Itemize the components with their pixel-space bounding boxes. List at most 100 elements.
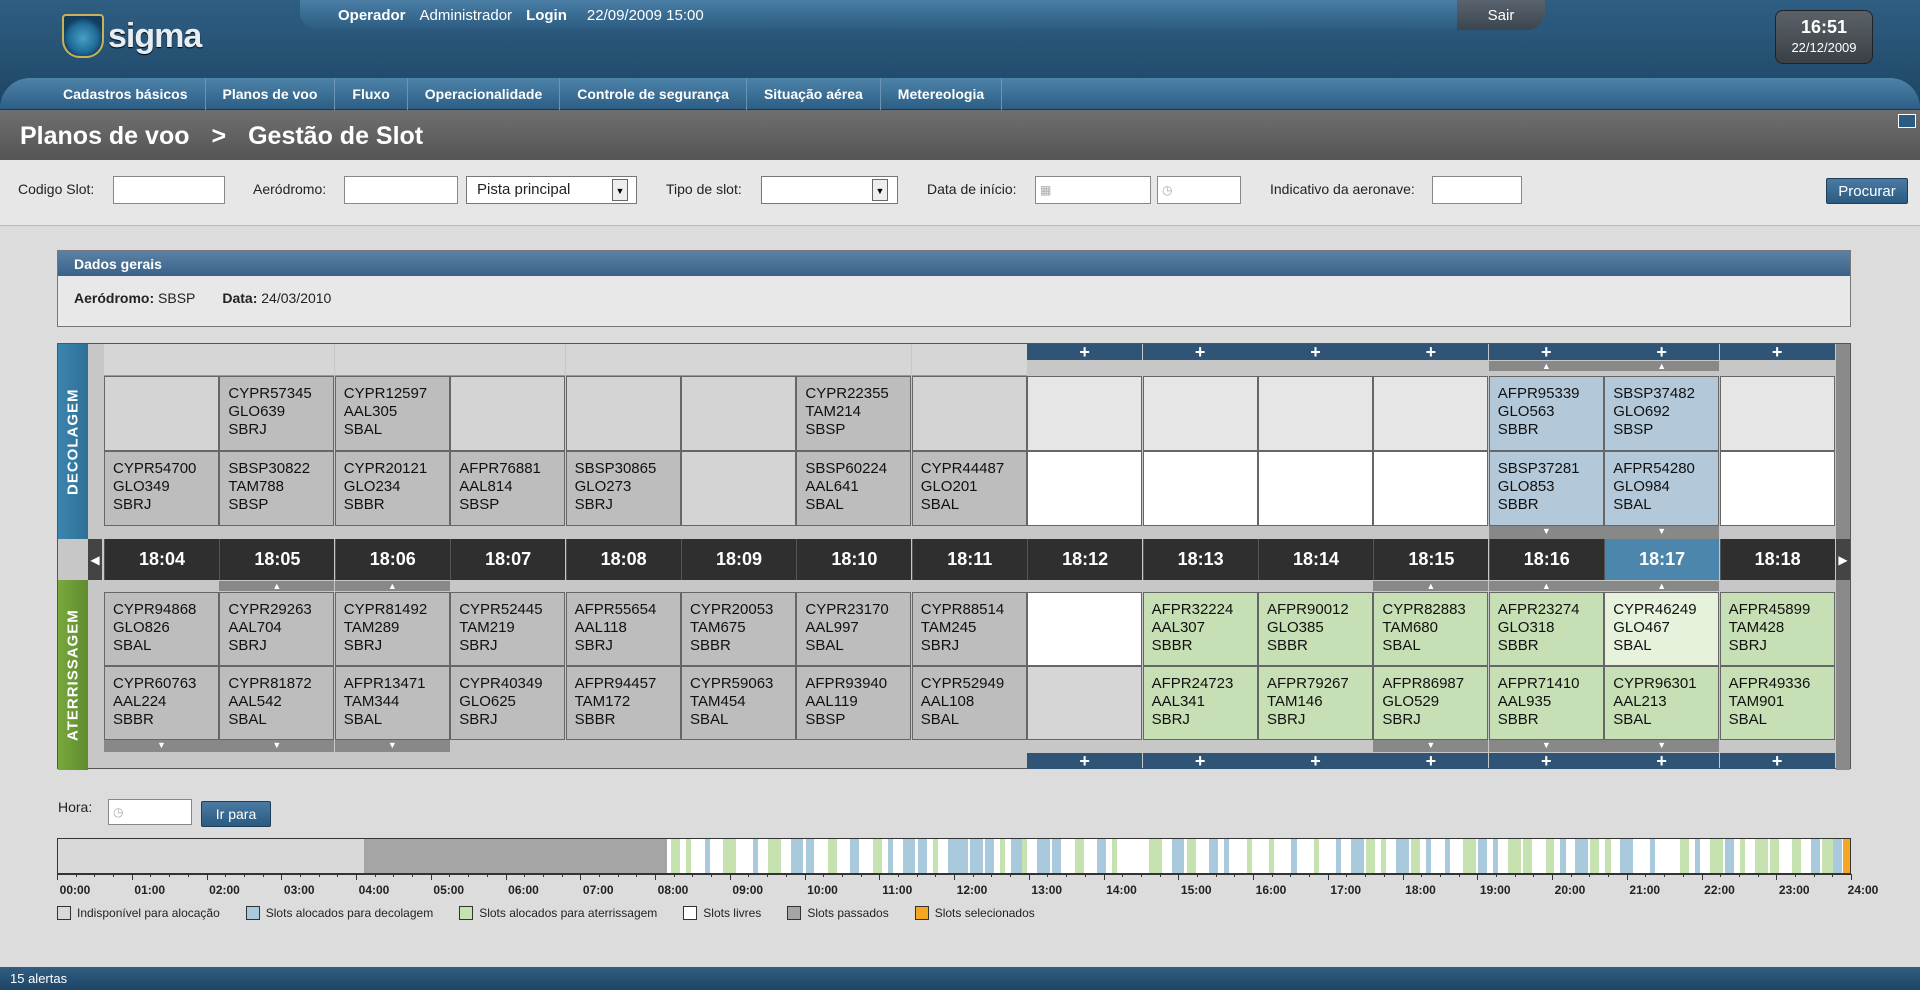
add-departure-slot-button[interactable]: + — [1488, 343, 1604, 361]
arrival-slot-top[interactable]: CYPR46249 GLO467 SBAL — [1604, 592, 1720, 666]
departure-slot-marker[interactable] — [1833, 839, 1843, 873]
chevron-left-icon[interactable]: ◀ — [88, 539, 102, 580]
arrival-slot-bottom[interactable]: AFPR93940 AAL119 SBSP — [796, 666, 912, 740]
arrival-slot-marker[interactable] — [723, 839, 736, 873]
departure-slot-marker[interactable] — [704, 839, 710, 873]
time-header[interactable]: 18:12 — [1027, 539, 1143, 580]
departure-slot-top[interactable]: AFPR95339 GLO563 SBBR — [1488, 376, 1604, 451]
arrival-slot-marker[interactable] — [1508, 839, 1521, 873]
clock-icon[interactable]: ◷ — [1162, 180, 1178, 200]
departure-slot-bottom[interactable]: SBSP37281 GLO853 SBBR — [1488, 451, 1604, 526]
departure-slot-marker[interactable] — [1425, 839, 1432, 873]
time-header[interactable]: 18:17 — [1604, 539, 1720, 580]
departure-slot-marker[interactable] — [1478, 839, 1488, 873]
add-arrival-slot-button[interactable]: + — [1373, 752, 1489, 770]
nav-planos-de-voo[interactable]: Planos de voo — [206, 78, 336, 110]
chevron-down-icon[interactable]: ▼ — [219, 740, 335, 752]
departure-slot-marker[interactable] — [753, 839, 759, 873]
arrival-slot-bottom[interactable]: AFPR86987 GLO529 SBRJ — [1373, 666, 1489, 740]
arrival-slot-bottom[interactable]: AFPR24723 AAL341 SBRJ — [1142, 666, 1258, 740]
arrival-slot-bottom[interactable]: CYPR40349 GLO625 SBRJ — [450, 666, 566, 740]
selected-slot-marker[interactable] — [1843, 839, 1850, 873]
departure-slot-marker[interactable] — [902, 839, 916, 873]
departure-slot-marker[interactable] — [1171, 839, 1185, 873]
departure-slot-marker[interactable] — [969, 839, 983, 873]
departure-slot-bottom[interactable]: SBSP60224 AAL641 SBAL — [796, 451, 912, 526]
chevron-down-icon[interactable]: ▼ — [334, 740, 450, 752]
arrival-slot-marker[interactable] — [768, 839, 781, 873]
arrival-slot-marker[interactable] — [1366, 839, 1376, 873]
chevron-down-icon[interactable]: ▼ — [612, 179, 628, 201]
arrival-slot-marker[interactable] — [1463, 839, 1476, 873]
arrival-slot-marker[interactable] — [1605, 839, 1611, 873]
departure-slot-marker[interactable] — [1695, 839, 1701, 873]
arrival-slot-bottom[interactable]: AFPR13471 TAM344 SBAL — [334, 666, 450, 740]
arrival-slot-marker[interactable] — [1410, 839, 1420, 873]
logout-button[interactable]: Sair — [1457, 0, 1545, 30]
departure-slot-marker[interactable] — [958, 839, 968, 873]
departure-slot-bottom[interactable]: SBSP30865 GLO273 SBRJ — [565, 451, 681, 526]
departure-slot-marker[interactable] — [1351, 839, 1364, 873]
nav-operacionalidade[interactable]: Operacionalidade — [408, 78, 561, 110]
arrival-slot-marker[interactable] — [1268, 839, 1275, 873]
departure-slot-bottom[interactable]: CYPR44487 GLO201 SBAL — [911, 451, 1027, 526]
arrival-slot-bottom[interactable]: AFPR94457 TAM172 SBBR — [565, 666, 681, 740]
arrival-slot-marker[interactable] — [670, 839, 680, 873]
hora-input[interactable]: ◷ — [108, 799, 192, 825]
arrival-slot-bottom[interactable]: AFPR79267 TAM146 SBRJ — [1258, 666, 1373, 740]
time-header[interactable]: 18:09 — [681, 539, 796, 580]
chevron-up-icon[interactable]: ▲ — [1488, 361, 1604, 371]
departure-slot-top[interactable]: SBSP37482 GLO692 SBSP — [1604, 376, 1720, 451]
timeline-bar[interactable] — [57, 838, 1851, 874]
arrival-slot-bottom[interactable]: CYPR59063 TAM454 SBAL — [681, 666, 796, 740]
departure-slot-top[interactable]: CYPR57345 GLO639 SBRJ — [219, 376, 335, 451]
departure-slot-bottom[interactable]: CYPR54700 GLO349 SBRJ — [104, 451, 219, 526]
departure-slot-marker[interactable] — [1396, 839, 1409, 873]
add-arrival-slot-button[interactable]: + — [1719, 752, 1835, 770]
departure-slot-marker[interactable] — [1575, 839, 1589, 873]
departure-slot-marker[interactable] — [1627, 839, 1633, 873]
departure-slot-marker[interactable] — [917, 839, 927, 873]
arrival-slot-bottom[interactable]: AFPR49336 TAM901 SBAL — [1719, 666, 1835, 740]
nav-metereologia[interactable]: Metereologia — [881, 78, 1003, 110]
arrival-slot-marker[interactable] — [1680, 839, 1690, 873]
time-header[interactable]: 18:06 — [334, 539, 450, 580]
chevron-up-icon[interactable]: ▲ — [1488, 581, 1604, 591]
arrival-slot-marker[interactable] — [1792, 839, 1802, 873]
departure-slot-marker[interactable] — [1224, 839, 1230, 873]
arrival-slot-marker[interactable] — [1022, 839, 1028, 873]
arrival-slot-marker[interactable] — [1545, 839, 1555, 873]
add-departure-slot-button[interactable]: + — [1604, 343, 1720, 361]
aerodromo-input[interactable] — [344, 176, 458, 204]
add-arrival-slot-button[interactable]: + — [1027, 752, 1143, 770]
departure-slot-marker[interactable] — [790, 839, 804, 873]
arrival-slot-bottom[interactable]: AFPR71410 AAL935 SBBR — [1488, 666, 1604, 740]
arrival-slot-marker[interactable] — [1754, 839, 1768, 873]
arrival-slot-bottom[interactable]: CYPR81872 AAL542 SBAL — [219, 666, 335, 740]
departure-slot-marker[interactable] — [1444, 839, 1450, 873]
arrival-slot-bottom[interactable]: CYPR60763 AAL224 SBBR — [104, 666, 219, 740]
arrival-slot-marker[interactable] — [999, 839, 1006, 873]
add-departure-slot-button[interactable]: + — [1373, 343, 1489, 361]
arrival-slot-top[interactable]: AFPR55654 AAL118 SBRJ — [565, 592, 681, 666]
chevron-down-icon[interactable]: ▼ — [1604, 526, 1720, 539]
arrival-slot-marker[interactable] — [1246, 839, 1252, 873]
past-segment[interactable] — [364, 839, 668, 873]
departure-slot-marker[interactable] — [1037, 839, 1050, 873]
time-header[interactable]: 18:08 — [565, 539, 681, 580]
departure-slot-bottom[interactable]: CYPR20121 GLO234 SBBR — [334, 451, 450, 526]
breadcrumb-parent[interactable]: Planos de voo — [20, 122, 189, 150]
add-departure-slot-button[interactable]: + — [1719, 343, 1835, 361]
chevron-up-icon[interactable]: ▲ — [1373, 581, 1489, 591]
arrival-slot-marker[interactable] — [827, 839, 837, 873]
unavailable-segment[interactable] — [58, 839, 365, 873]
chevron-down-icon[interactable]: ▼ — [1488, 526, 1604, 539]
nav-cadastros[interactable]: Cadastros básicos — [46, 78, 206, 110]
arrival-slot-top[interactable]: CYPR81492 TAM289 SBRJ — [334, 592, 450, 666]
indicativo-input[interactable] — [1432, 176, 1522, 204]
time-header[interactable]: 18:16 — [1488, 539, 1604, 580]
time-header[interactable]: 18:15 — [1373, 539, 1489, 580]
arrival-slot-top[interactable]: CYPR52445 TAM219 SBRJ — [450, 592, 566, 666]
arrival-slot-top[interactable]: AFPR32224 AAL307 SBBR — [1142, 592, 1258, 666]
time-header[interactable]: 18:04 — [104, 539, 219, 580]
